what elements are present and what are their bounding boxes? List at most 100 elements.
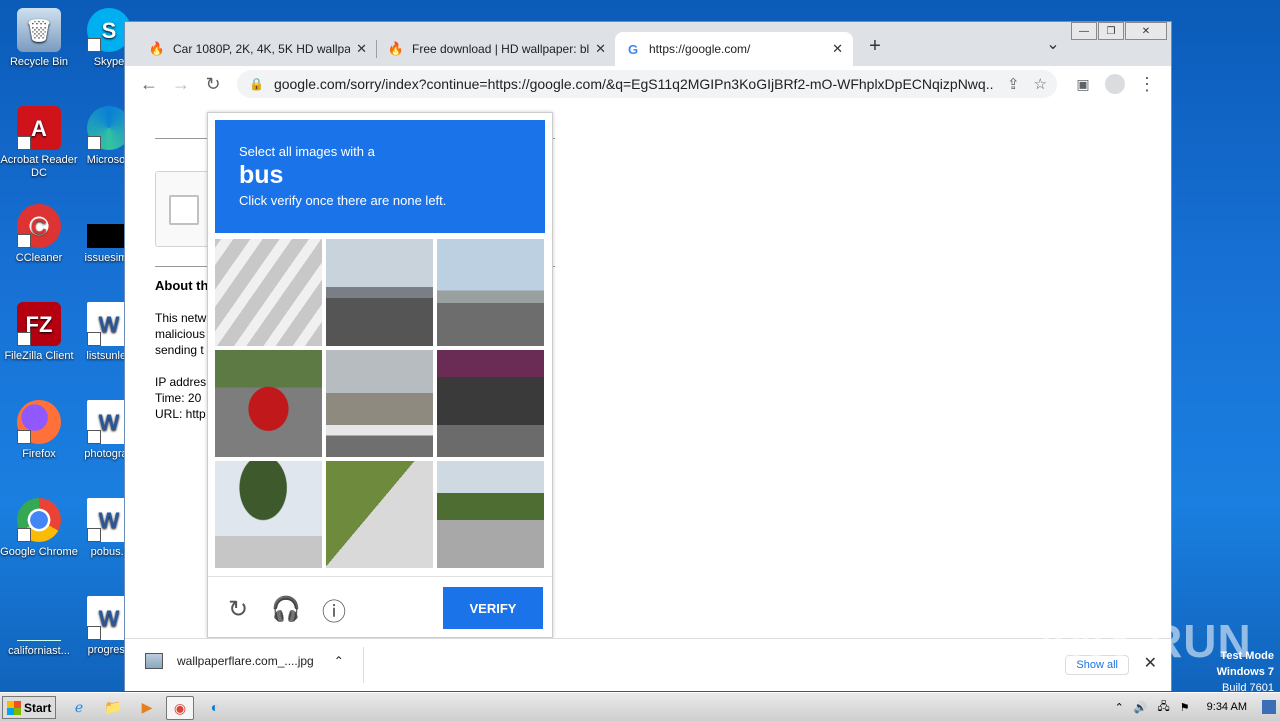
test-mode-line: Windows 7 [1216, 666, 1274, 678]
tab-close-icon[interactable]: ✕ [356, 41, 367, 57]
volume-icon[interactable]: 🔊 [1134, 701, 1148, 714]
action-center-flag-icon[interactable]: ⚑ [1180, 701, 1190, 714]
menu-kebab-icon[interactable]: ⋮ [1135, 72, 1159, 96]
about-heading: About th [155, 278, 209, 293]
captcha-footer: ↻ 🎧 ⓘ VERIFY [208, 576, 552, 638]
system-tray: ⌃ 🔊 🖧 ⚑ 9:34 AM [1110, 693, 1280, 721]
captcha-target: bus [239, 161, 284, 189]
captcha-hint: Click verify once there are none left. [239, 193, 447, 208]
profile-avatar-icon[interactable] [1103, 72, 1127, 96]
desktop-icon-filezilla[interactable]: FZ FileZilla Client [0, 302, 78, 363]
blank-file-icon [17, 596, 61, 641]
captcha-tile-crosswalk[interactable] [215, 239, 322, 346]
firefox-icon [17, 400, 61, 444]
download-item[interactable]: wallpaperflare.com_....jpg ⌃ [145, 653, 344, 669]
tab-strip: 🔥 Car 1080P, 2K, 4K, 5K HD wallpapers ✕ … [125, 22, 1171, 66]
lock-icon[interactable]: 🔒 [249, 77, 264, 91]
desktop-icon-ccleaner[interactable]: C CCleaner [0, 204, 78, 265]
minimize-button[interactable]: — [1071, 22, 1097, 40]
start-button[interactable]: Start [2, 696, 56, 719]
explorer-folder-icon[interactable]: 📁 [100, 696, 126, 718]
tab-title: Free download | HD wallpaper: black [412, 42, 590, 56]
desktop-icon-chrome[interactable]: Google Chrome [0, 498, 78, 559]
window-controls: — ❐ ✕ [1070, 22, 1167, 40]
tab-separator [376, 40, 377, 58]
edge-taskbar-icon[interactable]: ◐ [202, 696, 228, 718]
windows-logo-icon [7, 700, 21, 715]
desktop-icon-label: CCleaner [15, 252, 63, 264]
chevron-up-icon[interactable]: ⌃ [334, 654, 344, 668]
para-line: IP addres [155, 375, 207, 389]
desktop-icon-label: FileZilla Client [4, 350, 74, 362]
recycle-bin-icon: 🗑 [17, 8, 61, 52]
para-line: sending t [155, 343, 204, 357]
para-line: Time: 20 [155, 391, 202, 405]
desktop-icon-label: Acrobat Reader DC [0, 154, 78, 179]
clock[interactable]: 9:34 AM [1207, 701, 1247, 713]
download-filename: wallpaperflare.com_....jpg [177, 654, 314, 668]
captcha-tile-wall-road[interactable] [326, 350, 433, 457]
back-icon[interactable]: ← [137, 72, 161, 96]
para-line: URL: http [155, 407, 206, 421]
download-bar: wallpaperflare.com_....jpg ⌃ Show all ✕ [125, 638, 1171, 691]
forward-icon[interactable]: → [169, 72, 193, 96]
para-line: malicious [155, 327, 206, 341]
tab-title: Car 1080P, 2K, 4K, 5K HD wallpapers [173, 42, 351, 56]
reload-challenge-icon[interactable]: ↻ [224, 595, 252, 623]
desktop-icon-recycle-bin[interactable]: 🗑 Recycle Bin [0, 8, 78, 69]
captcha-tile-red-jeep[interactable] [215, 350, 322, 457]
captcha-tile-overpass-car[interactable] [437, 350, 544, 457]
show-desktop-icon[interactable] [1262, 700, 1276, 714]
tab-search-button[interactable]: ⌄ [1041, 32, 1065, 56]
captcha-instruction: Select all images with a [239, 144, 375, 159]
tab-car-wallpapers[interactable]: 🔥 Car 1080P, 2K, 4K, 5K HD wallpapers ✕ [139, 32, 377, 66]
tray-expand-icon[interactable]: ⌃ [1115, 701, 1124, 714]
close-window-button[interactable]: ✕ [1125, 22, 1167, 40]
tab-free-download[interactable]: 🔥 Free download | HD wallpaper: black ✕ [378, 32, 616, 66]
captcha-tile-guardrail[interactable] [437, 461, 544, 568]
tab-google[interactable]: G https://google.com/ ✕ [615, 32, 853, 66]
recaptcha-checkbox[interactable] [169, 195, 199, 225]
side-panel-icon[interactable]: ▣ [1071, 72, 1095, 96]
tab-title: https://google.com/ [649, 42, 751, 56]
verify-button[interactable]: VERIFY [443, 587, 543, 629]
url-text: google.com/sorry/index?continue=https://… [273, 76, 993, 92]
image-file-icon [145, 653, 163, 669]
network-icon[interactable]: 🖧 [1158, 698, 1170, 717]
chrome-taskbar-icon[interactable]: ◉ [166, 696, 194, 720]
bookmark-star-icon[interactable]: ☆ [1034, 75, 1047, 93]
maximize-button[interactable]: ❐ [1098, 22, 1124, 40]
ie-icon[interactable]: ℯ [66, 696, 92, 718]
media-player-icon[interactable]: ▶ [134, 696, 160, 718]
info-icon[interactable]: ⓘ [320, 595, 348, 626]
page-content: About th This netw malicious sending t I… [125, 102, 1171, 638]
address-bar[interactable]: 🔒 google.com/sorry/index?continue=https:… [237, 70, 1057, 98]
captcha-tile-highway-city[interactable] [326, 239, 433, 346]
desktop-icon-label: Google Chrome [0, 546, 78, 558]
audio-challenge-icon[interactable]: 🎧 [271, 595, 301, 623]
desktop-icon-acrobat[interactable]: A Acrobat Reader DC [0, 106, 78, 180]
chrome-icon [17, 498, 61, 542]
tab-close-icon[interactable]: ✕ [832, 41, 843, 57]
captcha-header: Select all images with a bus Click verif… [215, 120, 545, 233]
new-tab-button[interactable]: + [863, 34, 887, 58]
taskbar: Start ℯ 📁 ▶ ◉ ◐ ⌃ 🔊 🖧 ⚑ 9:34 AM [0, 692, 1280, 721]
flame-icon: 🔥 [387, 41, 405, 56]
flame-icon: 🔥 [148, 41, 166, 56]
share-icon[interactable]: ⇪ [1007, 75, 1020, 93]
captcha-tile-stairs[interactable] [326, 461, 433, 568]
reload-icon[interactable]: ↻ [201, 72, 225, 96]
tab-close-icon[interactable]: ✕ [595, 41, 606, 57]
test-mode-line: Test Mode [1220, 650, 1274, 662]
captcha-tile-palm-tree[interactable] [215, 461, 322, 568]
desktop-icon-label: Recycle Bin [9, 56, 69, 68]
desktop-icon-label: Firefox [22, 448, 56, 460]
desktop-icon-firefox[interactable]: Firefox [0, 400, 78, 461]
filezilla-icon: FZ [17, 302, 61, 346]
chrome-window: 🔥 Car 1080P, 2K, 4K, 5K HD wallpapers ✕ … [124, 21, 1172, 691]
google-g-icon: G [627, 41, 639, 57]
desktop-icon-californiast[interactable]: californiast... [0, 596, 78, 658]
divider [363, 647, 364, 683]
para-line: This netw [155, 311, 207, 325]
captcha-tile-intersection[interactable] [437, 239, 544, 346]
